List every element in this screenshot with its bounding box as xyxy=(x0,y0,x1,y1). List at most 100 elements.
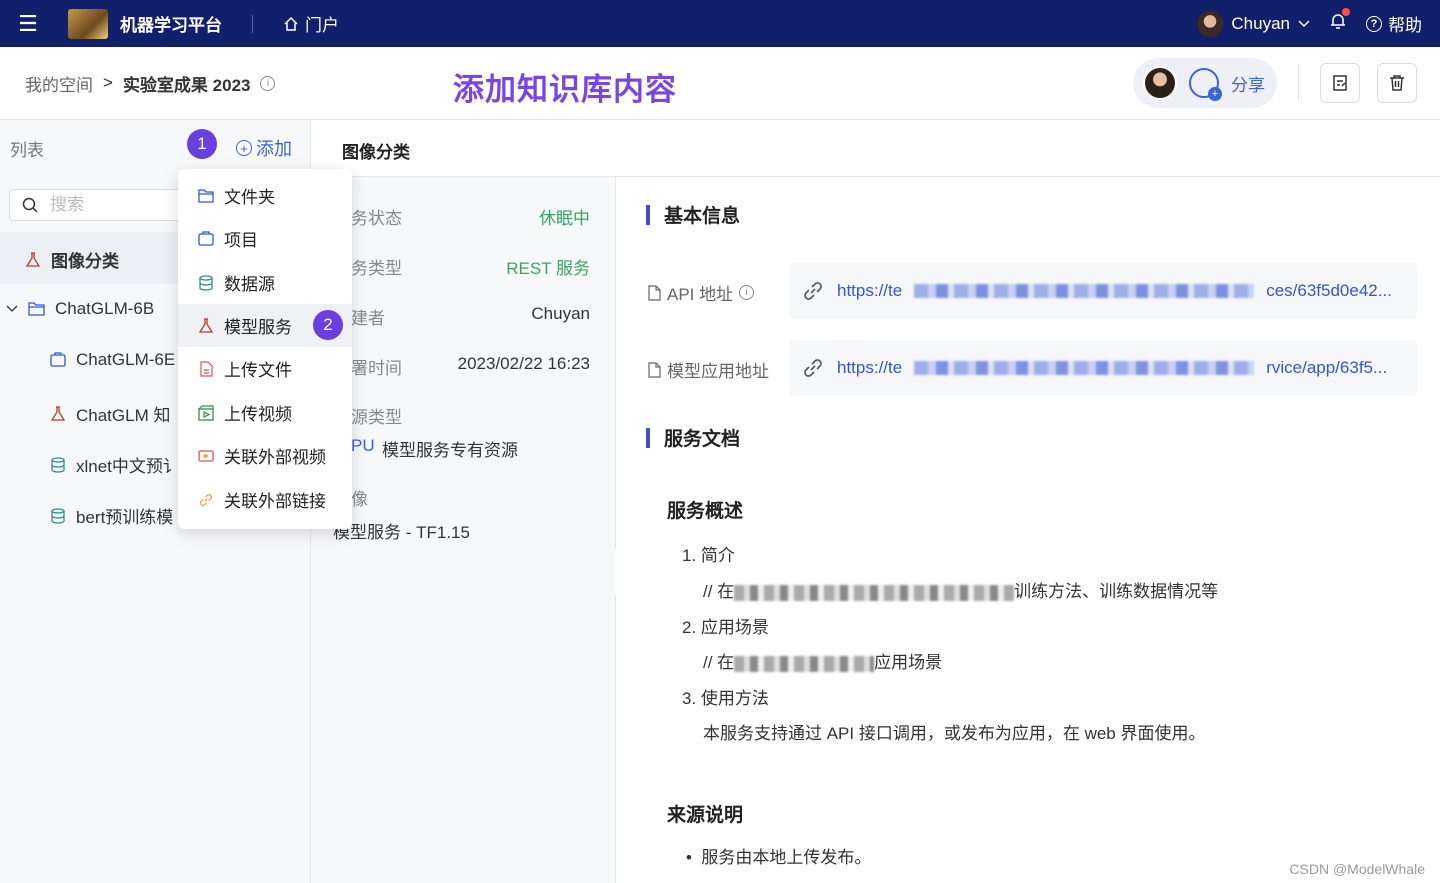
breadcrumb: 我的空间 > 实验室成果 2023 i xyxy=(25,71,276,96)
link-icon xyxy=(200,493,212,506)
breadcrumb-current: 实验室成果 2023 xyxy=(122,75,251,95)
user-menu[interactable]: Chuyan xyxy=(1197,10,1310,37)
notification-dot xyxy=(1342,8,1350,16)
help-link[interactable]: ? 帮助 xyxy=(1366,11,1422,36)
section-title: 基本信息 xyxy=(664,206,741,227)
source-bullet: • 服务由本地上传发布。 xyxy=(686,843,871,868)
file-icon xyxy=(199,360,213,377)
add-dropdown-menu: 文件夹 项目 数据源 模型服务 上传文件 上传视频 关联外部视频 关联外部链接 xyxy=(178,169,352,529)
notification-button[interactable] xyxy=(1330,8,1350,35)
api-label-text: API 地址 xyxy=(667,285,734,304)
folder-icon xyxy=(28,302,45,316)
doc-item-1: 1. 简介 xyxy=(682,546,735,565)
tree-item-label: ChatGLM-6B xyxy=(55,299,155,318)
tree-item-label: xlnet中文预讠 xyxy=(76,457,180,476)
info-icon[interactable]: i xyxy=(739,285,755,300)
file-icon xyxy=(648,284,661,301)
api-url[interactable]: https://te ces/63f5d0e42... xyxy=(789,263,1417,319)
doc-text: 应用场景 xyxy=(874,653,943,672)
flask-icon xyxy=(25,251,41,267)
page-header: 我的空间 > 实验室成果 2023 i 添加知识库内容 + 分享 xyxy=(0,47,1440,120)
basic-info-section: 基本信息 xyxy=(646,201,740,228)
share-label: 分享 xyxy=(1231,75,1265,95)
info-icon[interactable]: i xyxy=(260,75,276,91)
resource-prefix: PU xyxy=(351,436,375,455)
portal-link[interactable]: 门户 xyxy=(283,11,339,36)
home-icon xyxy=(284,16,298,31)
menu-item-label: 项目 xyxy=(224,231,258,250)
chevron-down-icon xyxy=(6,305,18,312)
breadcrumb-separator: > xyxy=(103,73,113,92)
status-value: 休眠中 xyxy=(539,209,590,228)
menu-item-link-video[interactable]: 关联外部视频 xyxy=(178,434,352,477)
tree-item-label: 图像分类 xyxy=(51,252,119,271)
detail-panel: 图像分类 务状态 休眠中 务类型 REST 服务 建者 Chuyan 署时间 2… xyxy=(311,120,1440,883)
deploy-time-key: 署时间 xyxy=(351,359,402,378)
doc-text: 训练方法、训练数据情况等 xyxy=(1014,582,1219,601)
top-navbar: ☰ 机器学习平台 门户 Chuyan ? 帮助 xyxy=(0,0,1440,47)
tree-item-label: ChatGLM 知 xyxy=(76,406,171,425)
menu-item-upload-video[interactable]: 上传视频 xyxy=(178,391,352,434)
tree-item-image-classification[interactable]: 图像分类 xyxy=(25,247,119,272)
menu-item-label: 模型服务 xyxy=(224,318,292,337)
step-badge-1: 1 xyxy=(187,129,217,159)
app-url-end: rvice/app/63f5... xyxy=(1266,358,1388,377)
app-url[interactable]: https://te rvice/app/63f5... xyxy=(789,340,1417,396)
tree-folder-chatglm[interactable]: ChatGLM-6B xyxy=(6,299,154,319)
app-url-label: 模型应用地址 xyxy=(648,357,769,382)
user-name: Chuyan xyxy=(1231,13,1290,33)
delete-button[interactable] xyxy=(1377,63,1417,103)
menu-item-label: 关联外部视频 xyxy=(224,448,326,467)
blurred-text xyxy=(914,361,1255,375)
tree-item-label: ChatGLM-6E xyxy=(76,350,176,369)
portal-label: 门户 xyxy=(305,16,339,35)
tree-item-chatglm-knowledge[interactable]: ChatGLM 知 xyxy=(50,401,170,426)
menu-item-datasource[interactable]: 数据源 xyxy=(178,261,352,304)
flask-icon xyxy=(198,317,214,333)
main-content: 基本信息 API 地址 i https://te ces/63f5d0e42...… xyxy=(616,177,1440,883)
menu-item-folder[interactable]: 文件夹 xyxy=(178,174,352,217)
tree-item-chatglm-project[interactable]: ChatGLM-6E xyxy=(50,350,175,370)
menu-item-link-external[interactable]: 关联外部链接 xyxy=(178,478,352,521)
flask-icon xyxy=(50,405,66,421)
menu-item-project[interactable]: 项目 xyxy=(178,217,352,260)
link-icon xyxy=(804,359,822,377)
folder-icon xyxy=(198,188,214,203)
overview-heading: 服务概述 xyxy=(667,501,744,522)
image-value: 模型服务 - TF1.15 xyxy=(333,523,470,542)
type-value: REST 服务 xyxy=(506,259,590,278)
add-member-icon: + xyxy=(1189,68,1222,101)
project-icon xyxy=(198,230,214,246)
menu-item-label: 文件夹 xyxy=(224,188,275,207)
edit-button[interactable] xyxy=(1320,63,1360,103)
tree-item-bert[interactable]: bert预训练模 xyxy=(50,503,173,528)
video-link-icon xyxy=(198,449,214,462)
add-button[interactable]: + 添加 xyxy=(236,135,292,161)
detail-body: 务状态 休眠中 务类型 REST 服务 建者 Chuyan 署时间 2023/0… xyxy=(311,177,616,883)
breadcrumb-root[interactable]: 我的空间 xyxy=(25,71,93,96)
tree-item-xlnet[interactable]: xlnet中文预讠 xyxy=(50,452,180,477)
divider xyxy=(1298,64,1299,102)
detail-title: 图像分类 xyxy=(342,143,410,162)
menu-item-label: 数据源 xyxy=(224,275,275,294)
watermark: CSDN @ModelWhale xyxy=(1289,861,1425,877)
menu-icon[interactable]: ☰ xyxy=(0,11,56,37)
api-url-end: ces/63f5d0e42... xyxy=(1266,281,1392,300)
menu-item-label: 上传文件 xyxy=(224,361,292,380)
service-doc-section: 服务文档 xyxy=(646,424,740,451)
status-key: 务状态 xyxy=(351,209,402,228)
chevron-down-icon xyxy=(1298,19,1310,27)
menu-item-label: 关联外部链接 xyxy=(224,492,326,511)
trash-icon xyxy=(1390,75,1404,91)
share-button[interactable]: + 分享 xyxy=(1133,58,1277,108)
deploy-time-value: 2023/02/22 16:23 xyxy=(457,354,590,373)
menu-item-upload-file[interactable]: 上传文件 xyxy=(178,347,352,390)
doc-item-3: 3. 使用方法 xyxy=(682,689,769,708)
avatar xyxy=(1143,66,1177,100)
search-icon xyxy=(22,197,38,213)
doc-text: // 在 xyxy=(703,582,735,601)
search-input[interactable] xyxy=(50,195,170,215)
app-url-label-text: 模型应用地址 xyxy=(667,362,769,381)
resource-key: 源类型 xyxy=(351,408,402,427)
step-badge-2: 2 xyxy=(313,310,343,340)
